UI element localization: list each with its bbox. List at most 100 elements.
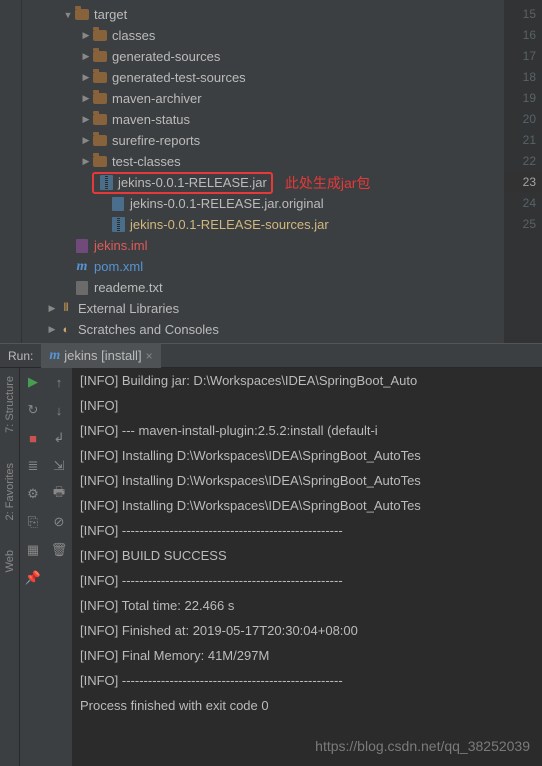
up-icon[interactable]: ↑ bbox=[51, 374, 67, 390]
archive-icon bbox=[110, 217, 126, 233]
folder-test-classes[interactable]: test-classes bbox=[22, 151, 504, 172]
file-label: jekins-0.0.1-RELEASE.jar bbox=[118, 175, 267, 190]
line-number: 17 bbox=[504, 46, 536, 67]
run-tab[interactable]: m jekins [install] × bbox=[41, 343, 160, 368]
side-tabs: 7: Structure 2: Favorites Web bbox=[0, 368, 20, 766]
run-toolbar-left: ▶ ↻ ■ ≣ ⚙ ⎘ ▦ 📌 bbox=[20, 368, 46, 766]
console-line: [INFO] Finished at: 2019-05-17T20:30:04+… bbox=[80, 618, 534, 643]
line-number: 15 bbox=[504, 4, 536, 25]
chevron-right-icon[interactable] bbox=[80, 72, 92, 83]
watermark: https://blog.csdn.net/qq_38252039 bbox=[315, 738, 530, 754]
folder-icon bbox=[92, 70, 108, 86]
file-label: jekins-0.0.1-RELEASE.jar.original bbox=[130, 196, 324, 211]
line-number: 18 bbox=[504, 67, 536, 88]
line-number: 23 bbox=[504, 172, 542, 193]
settings-icon[interactable]: ⚙ bbox=[25, 486, 41, 502]
library-icon: ⫴ bbox=[58, 301, 74, 317]
console-line: [INFO] ---------------------------------… bbox=[80, 668, 534, 693]
line-number: 24 bbox=[504, 193, 536, 214]
stop-icon[interactable]: ■ bbox=[25, 430, 41, 446]
folder-icon bbox=[92, 49, 108, 65]
console-line: [INFO] Installing D:\Workspaces\IDEA\Spr… bbox=[80, 468, 534, 493]
chevron-right-icon[interactable] bbox=[80, 156, 92, 167]
line-number: 25 bbox=[504, 214, 536, 235]
folder-icon bbox=[74, 7, 90, 23]
file-label: pom.xml bbox=[94, 259, 143, 274]
console-line: [INFO] Total time: 22.466 s bbox=[80, 593, 534, 618]
left-margin bbox=[0, 0, 22, 343]
top-section: target classes generated-sources generat… bbox=[0, 0, 542, 343]
file-pom[interactable]: m pom.xml bbox=[22, 256, 504, 277]
folder-label: External Libraries bbox=[78, 301, 179, 316]
chevron-right-icon[interactable] bbox=[80, 51, 92, 62]
file-iml[interactable]: jekins.iml bbox=[22, 235, 504, 256]
print-icon[interactable]: 🖶 bbox=[51, 486, 67, 502]
scroll-icon[interactable]: ⇲ bbox=[51, 458, 67, 474]
console-line: [INFO] ---------------------------------… bbox=[80, 568, 534, 593]
scratches-consoles[interactable]: ◐Scratches and Consoles bbox=[22, 319, 504, 340]
file-release-jar[interactable]: jekins-0.0.1-RELEASE.jar 此处生成jar包 bbox=[22, 172, 504, 193]
folder-target[interactable]: target bbox=[22, 4, 504, 25]
chevron-right-icon[interactable] bbox=[80, 114, 92, 125]
file-label: reademe.txt bbox=[94, 280, 163, 295]
folder-label: Scratches and Consoles bbox=[78, 322, 219, 337]
folder-label: test-classes bbox=[112, 154, 181, 169]
project-tree: target classes generated-sources generat… bbox=[22, 0, 504, 343]
console-line: [INFO] BUILD SUCCESS bbox=[80, 543, 534, 568]
console-line: Process finished with exit code 0 bbox=[80, 693, 534, 718]
file-readme[interactable]: reademe.txt bbox=[22, 277, 504, 298]
run-body: 7: Structure 2: Favorites Web ▶ ↻ ■ ≣ ⚙ … bbox=[0, 368, 542, 766]
trash-icon[interactable]: 🗑 bbox=[51, 542, 67, 558]
chevron-right-icon[interactable] bbox=[80, 135, 92, 146]
down-icon[interactable]: ↓ bbox=[51, 402, 67, 418]
external-libraries[interactable]: ⫴ External Libraries bbox=[22, 298, 504, 319]
folder-classes[interactable]: classes bbox=[22, 25, 504, 46]
layout-icon[interactable]: ▦ bbox=[25, 542, 41, 558]
tab-structure[interactable]: 7: Structure bbox=[4, 376, 16, 433]
run-panel: Run: m jekins [install] × 7: Structure 2… bbox=[0, 343, 542, 766]
pin-icon[interactable]: 📌 bbox=[25, 570, 41, 586]
run-toolbar-right: ↑ ↓ ↲ ⇲ 🖶 ⊘ 🗑 bbox=[46, 368, 72, 766]
folder-surefire-reports[interactable]: surefire-reports bbox=[22, 130, 504, 151]
folder-icon bbox=[92, 112, 108, 128]
close-icon[interactable]: × bbox=[146, 349, 153, 363]
console-line: [INFO] Installing D:\Workspaces\IDEA\Spr… bbox=[80, 493, 534, 518]
folder-maven-status[interactable]: maven-status bbox=[22, 109, 504, 130]
chevron-down-icon[interactable] bbox=[62, 10, 74, 20]
folder-generated-sources[interactable]: generated-sources bbox=[22, 46, 504, 67]
folder-maven-archiver[interactable]: maven-archiver bbox=[22, 88, 504, 109]
chevron-right-icon[interactable] bbox=[80, 30, 92, 41]
exit-icon[interactable]: ⎘ bbox=[25, 514, 41, 530]
folder-generated-test-sources[interactable]: generated-test-sources bbox=[22, 67, 504, 88]
clear-icon[interactable]: ⊘ bbox=[51, 514, 67, 530]
play-icon[interactable]: ▶ bbox=[25, 374, 41, 390]
chevron-right-icon[interactable] bbox=[80, 93, 92, 104]
chevron-right-icon[interactable] bbox=[46, 303, 58, 314]
folder-label: maven-status bbox=[112, 112, 190, 127]
folder-label: maven-archiver bbox=[112, 91, 202, 106]
console-line: [INFO] Building jar: D:\Workspaces\IDEA\… bbox=[80, 368, 534, 393]
maven-icon: m bbox=[74, 259, 90, 275]
file-sources-jar[interactable]: jekins-0.0.1-RELEASE-sources.jar bbox=[22, 214, 504, 235]
wrap-icon[interactable]: ↲ bbox=[51, 430, 67, 446]
tab-web[interactable]: Web bbox=[4, 550, 16, 572]
folder-label: surefire-reports bbox=[112, 133, 200, 148]
text-icon bbox=[74, 280, 90, 296]
highlight-box: jekins-0.0.1-RELEASE.jar bbox=[92, 172, 273, 194]
console-line: [INFO] Final Memory: 41M/297M bbox=[80, 643, 534, 668]
file-jar-original[interactable]: jekins-0.0.1-RELEASE.jar.original bbox=[22, 193, 504, 214]
chevron-right-icon[interactable] bbox=[46, 324, 58, 335]
console-output[interactable]: [INFO] Building jar: D:\Workspaces\IDEA\… bbox=[72, 368, 542, 766]
file-icon bbox=[110, 196, 126, 212]
rerun-icon[interactable]: ↻ bbox=[25, 402, 41, 418]
annotation-text: 此处生成jar包 bbox=[285, 173, 371, 193]
dump-icon[interactable]: ≣ bbox=[25, 458, 41, 474]
folder-icon bbox=[92, 154, 108, 170]
archive-icon bbox=[98, 175, 114, 191]
line-number: 21 bbox=[504, 130, 536, 151]
run-label: Run: bbox=[0, 349, 41, 363]
tab-favorites[interactable]: 2: Favorites bbox=[4, 463, 16, 520]
run-tab-label: jekins [install] bbox=[64, 348, 141, 363]
file-label: jekins-0.0.1-RELEASE-sources.jar bbox=[130, 217, 329, 232]
run-header: Run: m jekins [install] × bbox=[0, 343, 542, 368]
